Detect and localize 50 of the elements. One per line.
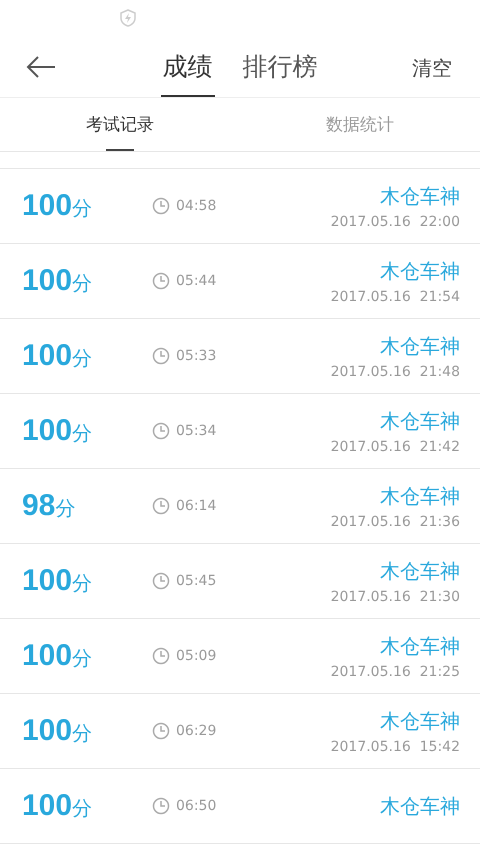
user-name: 木仓车神 [380,632,460,660]
duration: 06:14 [176,498,216,514]
date-time: 2017.05.16 21:36 [330,514,460,530]
clock-icon [152,497,170,515]
user-name: 木仓车神 [380,408,460,434]
score: 100分 [22,789,94,823]
score: 100分 [22,189,94,223]
clock-icon [152,647,170,665]
duration: 05:45 [176,573,216,589]
duration: 06:50 [176,798,216,814]
back-arrow-icon [26,56,56,78]
score: 100分 [22,339,94,373]
user-name: 木仓车神 [380,558,460,584]
date-time: 2017.05.16 21:25 [330,664,460,680]
date-time: 2017.05.16 21:48 [330,364,460,380]
duration: 04:58 [176,198,216,214]
shield-icon [118,8,138,28]
clock-icon [152,572,170,590]
clear-button[interactable]: 清空 [406,54,458,83]
score: 100分 [22,714,94,748]
duration: 05:34 [176,423,216,439]
user-name: 木仓车神 [380,258,460,284]
duration: 05:44 [176,273,216,289]
user-name: 木仓车神 [380,332,460,360]
duration: 06:29 [176,723,216,739]
tab[interactable]: 排行榜 [240,36,320,97]
user-name: 木仓车神 [380,708,460,734]
date-time: 2017.05.16 21:54 [330,288,460,304]
clock-icon [152,347,170,365]
date-time: 2017.05.16 21:30 [330,588,460,604]
clock-icon [152,272,170,290]
score: 98分 [22,489,76,523]
duration: 05:09 [176,648,216,664]
score: 100分 [22,639,94,673]
subtab[interactable]: 考试记录 [86,98,154,151]
clock-icon [152,422,170,440]
clock-icon [152,722,170,740]
score: 100分 [22,564,94,598]
duration: 05:33 [176,348,216,364]
date-time: 2017.05.16 22:00 [330,214,460,230]
tab[interactable]: 成绩 [160,36,214,97]
score: 100分 [22,414,94,448]
score: 100分 [22,264,94,298]
date-time: 2017.05.16 15:42 [330,738,460,754]
user-name: 木仓车神 [380,482,460,510]
user-name: 木仓车神 [380,182,460,210]
user-name: 木仓车神 [380,792,460,820]
clock-icon [152,197,170,215]
clock-icon [152,797,170,815]
date-time: 2017.05.16 21:42 [330,438,460,454]
